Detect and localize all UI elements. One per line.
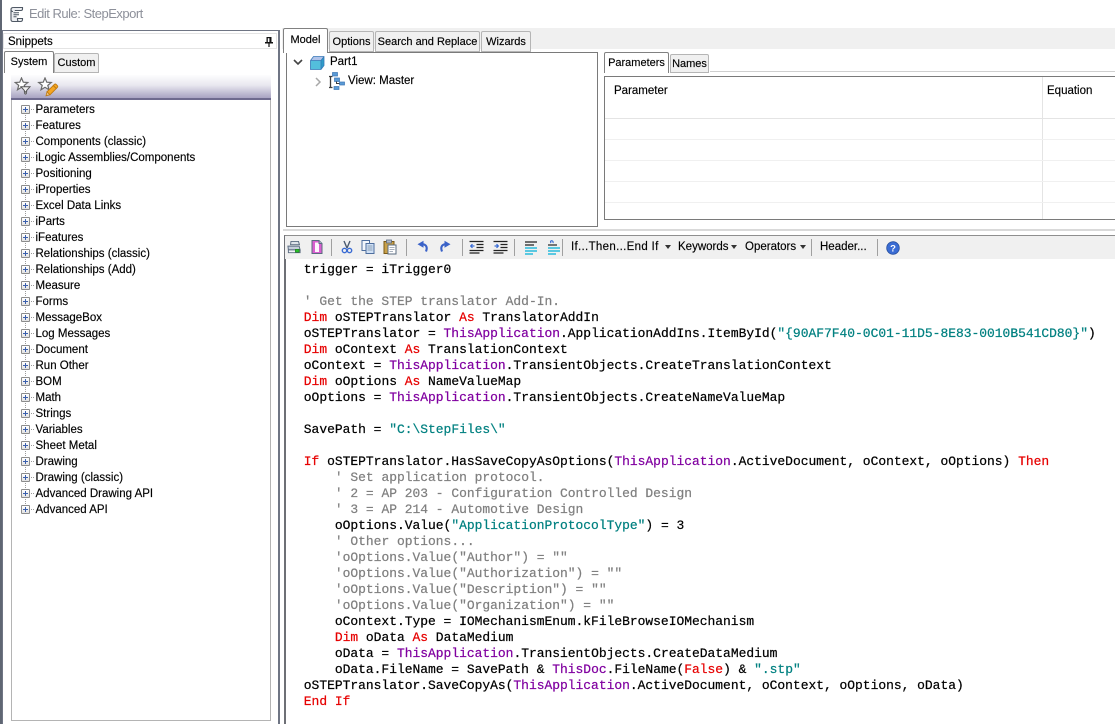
- svg-text:?: ?: [890, 244, 896, 255]
